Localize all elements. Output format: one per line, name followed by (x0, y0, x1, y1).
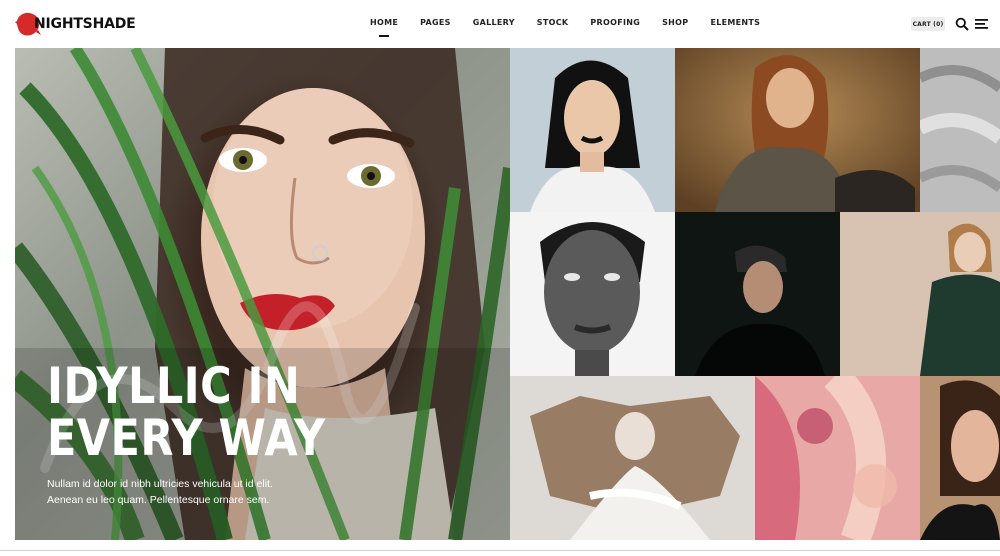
portrait-smoky-eye-image (920, 376, 1000, 540)
divider (0, 550, 1000, 551)
logo[interactable]: NIGHTSHADE (14, 10, 136, 38)
portrait-curly-hair-image (675, 48, 920, 212)
gallery-tile-4[interactable] (510, 212, 675, 376)
gallery-tile-5[interactable] (675, 212, 840, 376)
portrait-black-lips-image (510, 48, 675, 212)
hero-title: IDYLLIC IN EVERY WAY (47, 360, 326, 464)
gallery-tile-9[interactable] (920, 376, 1000, 540)
nav-item-gallery[interactable]: GALLERY (473, 18, 515, 27)
hero-text-line-1: Nullam id dolor id nibh ultricies vehicu… (47, 478, 273, 490)
hamburger-menu-icon[interactable] (975, 18, 989, 30)
site-header: NIGHTSHADE HOME PAGES GALLERY STOCK PROO… (0, 0, 1000, 48)
nav-item-shop[interactable]: SHOP (662, 18, 688, 27)
search-icon[interactable] (955, 17, 969, 31)
nav-item-stock[interactable]: STOCK (537, 18, 569, 27)
gallery-tile-7[interactable] (510, 376, 755, 540)
art-paper-costume-image (510, 376, 755, 540)
nav-item-pages[interactable]: PAGES (420, 18, 451, 27)
nav-item-elements[interactable]: ELEMENTS (710, 18, 760, 27)
hero-title-line-2: EVERY WAY (47, 409, 326, 467)
gallery-tile-1[interactable] (510, 48, 675, 212)
portrait-green-coat-image (840, 212, 1000, 376)
gallery-tile-2[interactable] (675, 48, 920, 212)
cart-button[interactable]: CART (0) (911, 17, 945, 31)
abstract-pink-texture-image (755, 376, 920, 540)
page-bottom (0, 540, 1000, 556)
portrait-bw-image (510, 212, 675, 376)
brand-name: NIGHTSHADE (34, 16, 136, 32)
hero-title-line-1: IDYLLIC IN (47, 357, 301, 415)
gallery-tile-6[interactable] (840, 212, 1000, 376)
nav-item-proofing[interactable]: PROOFING (590, 18, 640, 27)
nav-item-home[interactable]: HOME (370, 18, 398, 27)
hero-slide[interactable]: IDYLLIC IN EVERY WAY Nullam id dolor id … (15, 48, 510, 540)
hero-description: Nullam id dolor id nibh ultricies vehicu… (47, 476, 317, 508)
gallery-tile-3[interactable] (920, 48, 1000, 212)
hero-text-line-2: Aenean eu leo quam. Pellentesque ornare … (47, 494, 270, 506)
portrait-dark-profile-image (675, 212, 840, 376)
fabric-texture-image (920, 48, 1000, 212)
main-nav: HOME PAGES GALLERY STOCK PROOFING SHOP E… (370, 18, 782, 27)
gallery-tile-8[interactable] (755, 376, 920, 540)
